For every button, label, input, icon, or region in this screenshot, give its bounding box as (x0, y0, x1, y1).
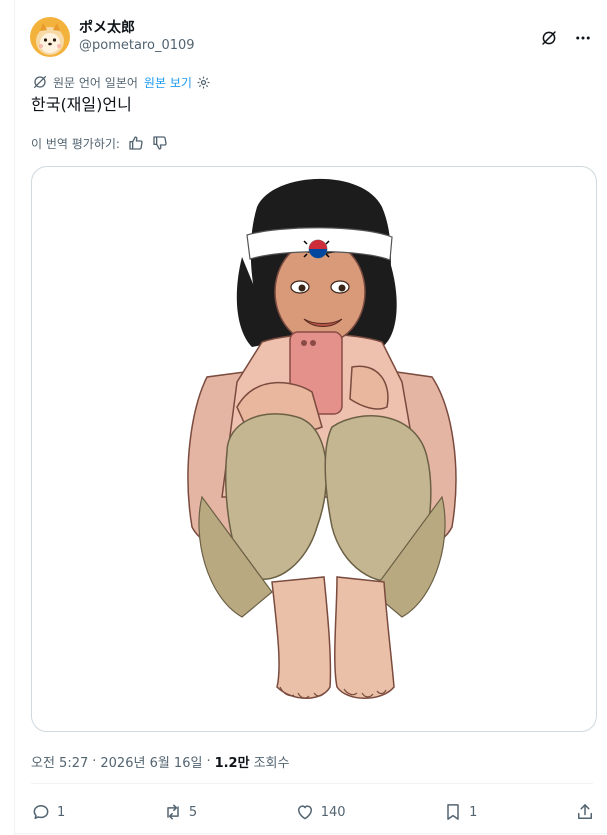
tweet-text: 한국(재일)언니 (31, 95, 132, 114)
bookmark-count: 1 (469, 804, 478, 820)
repost-button[interactable]: 5 (163, 802, 197, 822)
user-handle[interactable]: @pometaro_0109 (79, 37, 195, 55)
tweet-media-image[interactable] (31, 166, 597, 732)
reply-icon (31, 802, 51, 822)
repost-icon (163, 802, 183, 822)
bookmark-icon (443, 802, 463, 822)
share-icon (575, 802, 595, 822)
like-button[interactable]: 140 (295, 802, 346, 822)
like-count: 140 (320, 804, 346, 820)
more-dots-icon[interactable] (573, 28, 593, 48)
bookmark-button[interactable]: 1 (443, 802, 477, 822)
meta-separator: · (92, 753, 97, 769)
illustration-woman-with-phone-icon (187, 178, 457, 699)
tweet-header: ポメ太郎 @pometaro_0109 (30, 15, 593, 59)
tweet-meta: 오전 5:27 · 2026년 6월 16일 · 1.2만 조회수 (31, 752, 290, 771)
rate-translation-label: 이 번역 평가하기: (31, 136, 120, 151)
bottom-border (14, 833, 607, 834)
rate-translation: 이 번역 평가하기: (31, 133, 168, 153)
repost-count: 5 (188, 804, 198, 820)
grok-icon[interactable] (539, 28, 559, 48)
timeline-left-border (14, 0, 15, 835)
tweet-date[interactable]: 2026년 6월 16일 (100, 752, 202, 771)
header-actions (539, 26, 593, 48)
share-button[interactable] (575, 802, 595, 822)
avatar[interactable] (30, 17, 70, 57)
show-original-link[interactable]: 원본 보기 (144, 74, 192, 91)
author-names: ポメ太郎 @pometaro_0109 (79, 19, 195, 55)
action-bar: 1 5 140 1 (31, 797, 595, 827)
reply-count: 1 (57, 804, 66, 820)
translation-language-label: 원문 언어 일본어 (53, 75, 138, 90)
thumbs-down-icon[interactable] (152, 135, 168, 151)
translation-notice: 원문 언어 일본어 원본 보기 (32, 73, 211, 91)
meta-divider (31, 783, 593, 784)
pomeranian-avatar-icon (30, 17, 70, 57)
reply-button[interactable]: 1 (31, 802, 65, 822)
grok-translate-icon (32, 74, 48, 90)
gear-icon[interactable] (196, 75, 211, 90)
tweet-time[interactable]: 오전 5:27 (31, 752, 88, 771)
views-count: 1.2만 (214, 755, 250, 771)
display-name[interactable]: ポメ太郎 (79, 19, 195, 37)
meta-separator-2: · (206, 753, 211, 769)
heart-icon (295, 802, 315, 822)
views-label: 조회수 (253, 755, 290, 771)
thumbs-up-icon[interactable] (128, 135, 144, 151)
